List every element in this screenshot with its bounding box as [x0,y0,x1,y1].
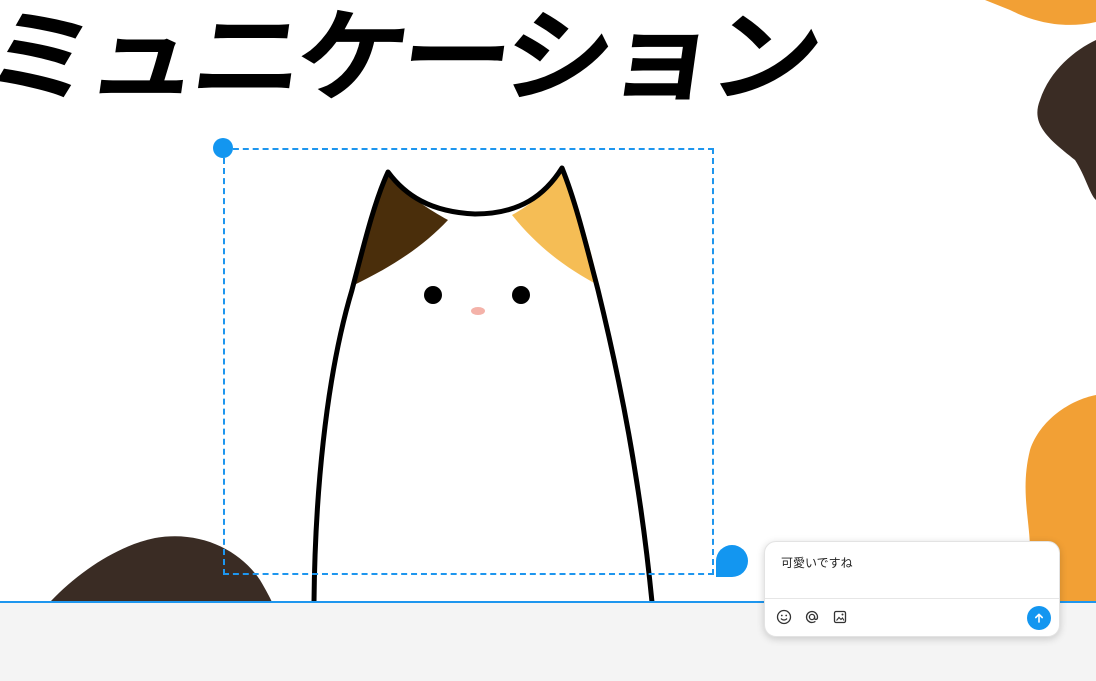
mention-icon[interactable] [803,608,821,626]
comment-pin-icon[interactable] [716,545,748,577]
comment-divider [765,598,1059,599]
selection-box[interactable] [223,148,714,575]
comment-input[interactable]: 可愛いですね [781,554,853,571]
arrow-up-icon [1035,613,1043,623]
selection-handle-top-left[interactable] [213,138,233,158]
emoji-icon[interactable] [775,608,793,626]
comment-box[interactable]: 可愛いですね [764,541,1060,637]
send-button[interactable] [1027,606,1051,630]
image-icon[interactable] [831,608,849,626]
design-canvas[interactable]: ミュニケーション [0,0,1096,602]
